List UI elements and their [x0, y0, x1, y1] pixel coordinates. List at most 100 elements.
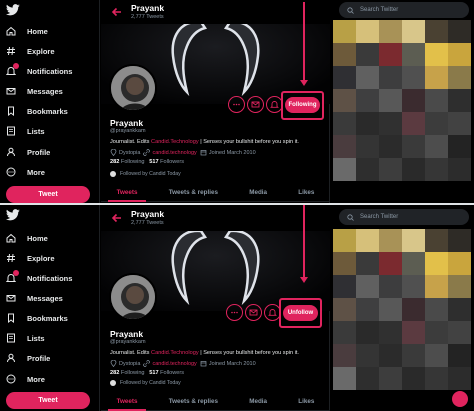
nav-messages-label: Messages [27, 86, 63, 96]
nav-lists[interactable]: Lists [6, 330, 45, 346]
nav-home-label: Home [27, 233, 48, 243]
nav-more[interactable]: More [6, 164, 45, 180]
profile-joined: Joined March 2010 [208, 360, 256, 367]
mosaic-tile [425, 158, 448, 181]
mosaic-tile [402, 43, 425, 66]
twitter-bird-icon[interactable] [6, 209, 20, 221]
mosaic-tile [448, 158, 471, 181]
search-box[interactable]: Search Twitter [339, 2, 469, 18]
profile-website[interactable]: candid.technology [152, 150, 196, 156]
followed-by[interactable]: Followed by Candid Today [110, 380, 181, 386]
profile-name: Prayank [110, 329, 144, 339]
mail-icon [249, 309, 258, 316]
annotation-arrow [303, 2, 305, 80]
tweet-button[interactable]: Tweet [6, 186, 90, 203]
tab-media[interactable]: Media [234, 394, 283, 410]
more-options-button[interactable] [226, 304, 243, 321]
followers-label: Followers [160, 370, 185, 376]
mosaic-tile [379, 66, 402, 89]
following-stat[interactable]: 282 Following [110, 159, 145, 165]
followed-by[interactable]: Followed by Candid Today [110, 171, 181, 177]
mosaic-tile [402, 229, 425, 252]
list-icon [6, 333, 16, 343]
nav-more[interactable]: More [6, 371, 45, 387]
mosaic-tile [402, 112, 425, 135]
avatar[interactable] [109, 273, 157, 321]
notification-badge [13, 270, 19, 276]
mosaic-tile [425, 89, 448, 112]
mosaic-tile [379, 112, 402, 135]
tab-tweets[interactable]: Tweets [101, 394, 153, 411]
tab-tweets-replies[interactable]: Tweets & replies [153, 185, 233, 201]
following-label: Following [120, 370, 145, 376]
mosaic-tile [333, 367, 356, 390]
bio-text-end: | Senses your bullshit before you spin i… [198, 139, 299, 145]
profile-handle: @prayankkam [110, 128, 146, 134]
following-count: 282 [110, 159, 120, 165]
search-box[interactable]: Search Twitter [339, 209, 469, 225]
avatar[interactable] [109, 64, 157, 112]
back-arrow-icon[interactable] [111, 212, 123, 224]
tab-tweets[interactable]: Tweets [101, 185, 153, 202]
nav-messages[interactable]: Messages [6, 83, 63, 99]
nav-notifications[interactable]: Notifications [6, 270, 72, 286]
mosaic-tile [448, 112, 471, 135]
more-options-button[interactable] [228, 96, 245, 113]
bio-link[interactable]: Candid.Technology [151, 350, 199, 356]
mosaic-tile [402, 20, 425, 43]
mosaic-tile [333, 158, 356, 181]
mosaic-tile [448, 252, 471, 275]
bio-link[interactable]: Candid.Technology [151, 139, 199, 145]
mosaic-tile [379, 298, 402, 321]
bookmark-icon [6, 106, 16, 116]
message-button[interactable] [245, 304, 262, 321]
nav-bookmarks[interactable]: Bookmarks [6, 103, 68, 119]
nav-bookmarks[interactable]: Bookmarks [6, 310, 68, 326]
tab-likes[interactable]: Likes [283, 394, 330, 410]
nav-profile[interactable]: Profile [6, 350, 50, 366]
blurred-trends-panel [333, 229, 471, 390]
followers-stat[interactable]: 517 Followers [149, 159, 184, 165]
profile-website[interactable]: candid.technology [152, 361, 196, 367]
nav-profile-label: Profile [27, 353, 51, 363]
mosaic-tile [448, 20, 471, 43]
tab-tweets-replies[interactable]: Tweets & replies [153, 394, 233, 410]
mosaic-tile [356, 43, 379, 66]
nav-notifications[interactable]: Notifications [6, 63, 72, 79]
mosaic-tile [448, 344, 471, 367]
location-icon [110, 149, 117, 156]
mosaic-tile [448, 321, 471, 344]
back-arrow-icon[interactable] [111, 6, 123, 18]
header-tweet-count: 2,777 Tweets [131, 220, 164, 226]
follower-avatar [110, 380, 116, 386]
mosaic-tile [425, 20, 448, 43]
mosaic-tile [379, 158, 402, 181]
tweet-button[interactable]: Tweet [6, 392, 90, 409]
nav-explore[interactable]: Explore [6, 43, 55, 59]
mail-icon [6, 293, 16, 303]
search-placeholder: Search Twitter [360, 7, 399, 13]
twitter-bird-icon[interactable] [6, 4, 20, 16]
nav-profile[interactable]: Profile [6, 144, 50, 160]
nav-home[interactable]: Home [6, 23, 48, 39]
message-button[interactable] [247, 96, 264, 113]
followers-stat[interactable]: 517 Followers [149, 370, 184, 376]
mosaic-tile [333, 43, 356, 66]
profile-name: Prayank [110, 118, 144, 128]
nav-lists[interactable]: Lists [6, 123, 45, 139]
tab-likes[interactable]: Likes [283, 185, 330, 201]
mosaic-tile [333, 229, 356, 252]
following-stat[interactable]: 282 Following [110, 370, 145, 376]
mosaic-tile [402, 298, 425, 321]
search-icon [347, 6, 354, 14]
link-icon [143, 149, 151, 156]
ellipsis-icon [231, 311, 238, 314]
mosaic-tile [379, 321, 402, 344]
nav-explore[interactable]: Explore [6, 250, 55, 266]
profile-main: Prayank 2,777 Tweets Following Prayank @… [101, 0, 330, 203]
nav-lists-label: Lists [27, 333, 45, 343]
nav-messages[interactable]: Messages [6, 290, 63, 306]
mosaic-tile [356, 112, 379, 135]
tab-media[interactable]: Media [234, 185, 283, 201]
nav-home[interactable]: Home [6, 230, 48, 246]
